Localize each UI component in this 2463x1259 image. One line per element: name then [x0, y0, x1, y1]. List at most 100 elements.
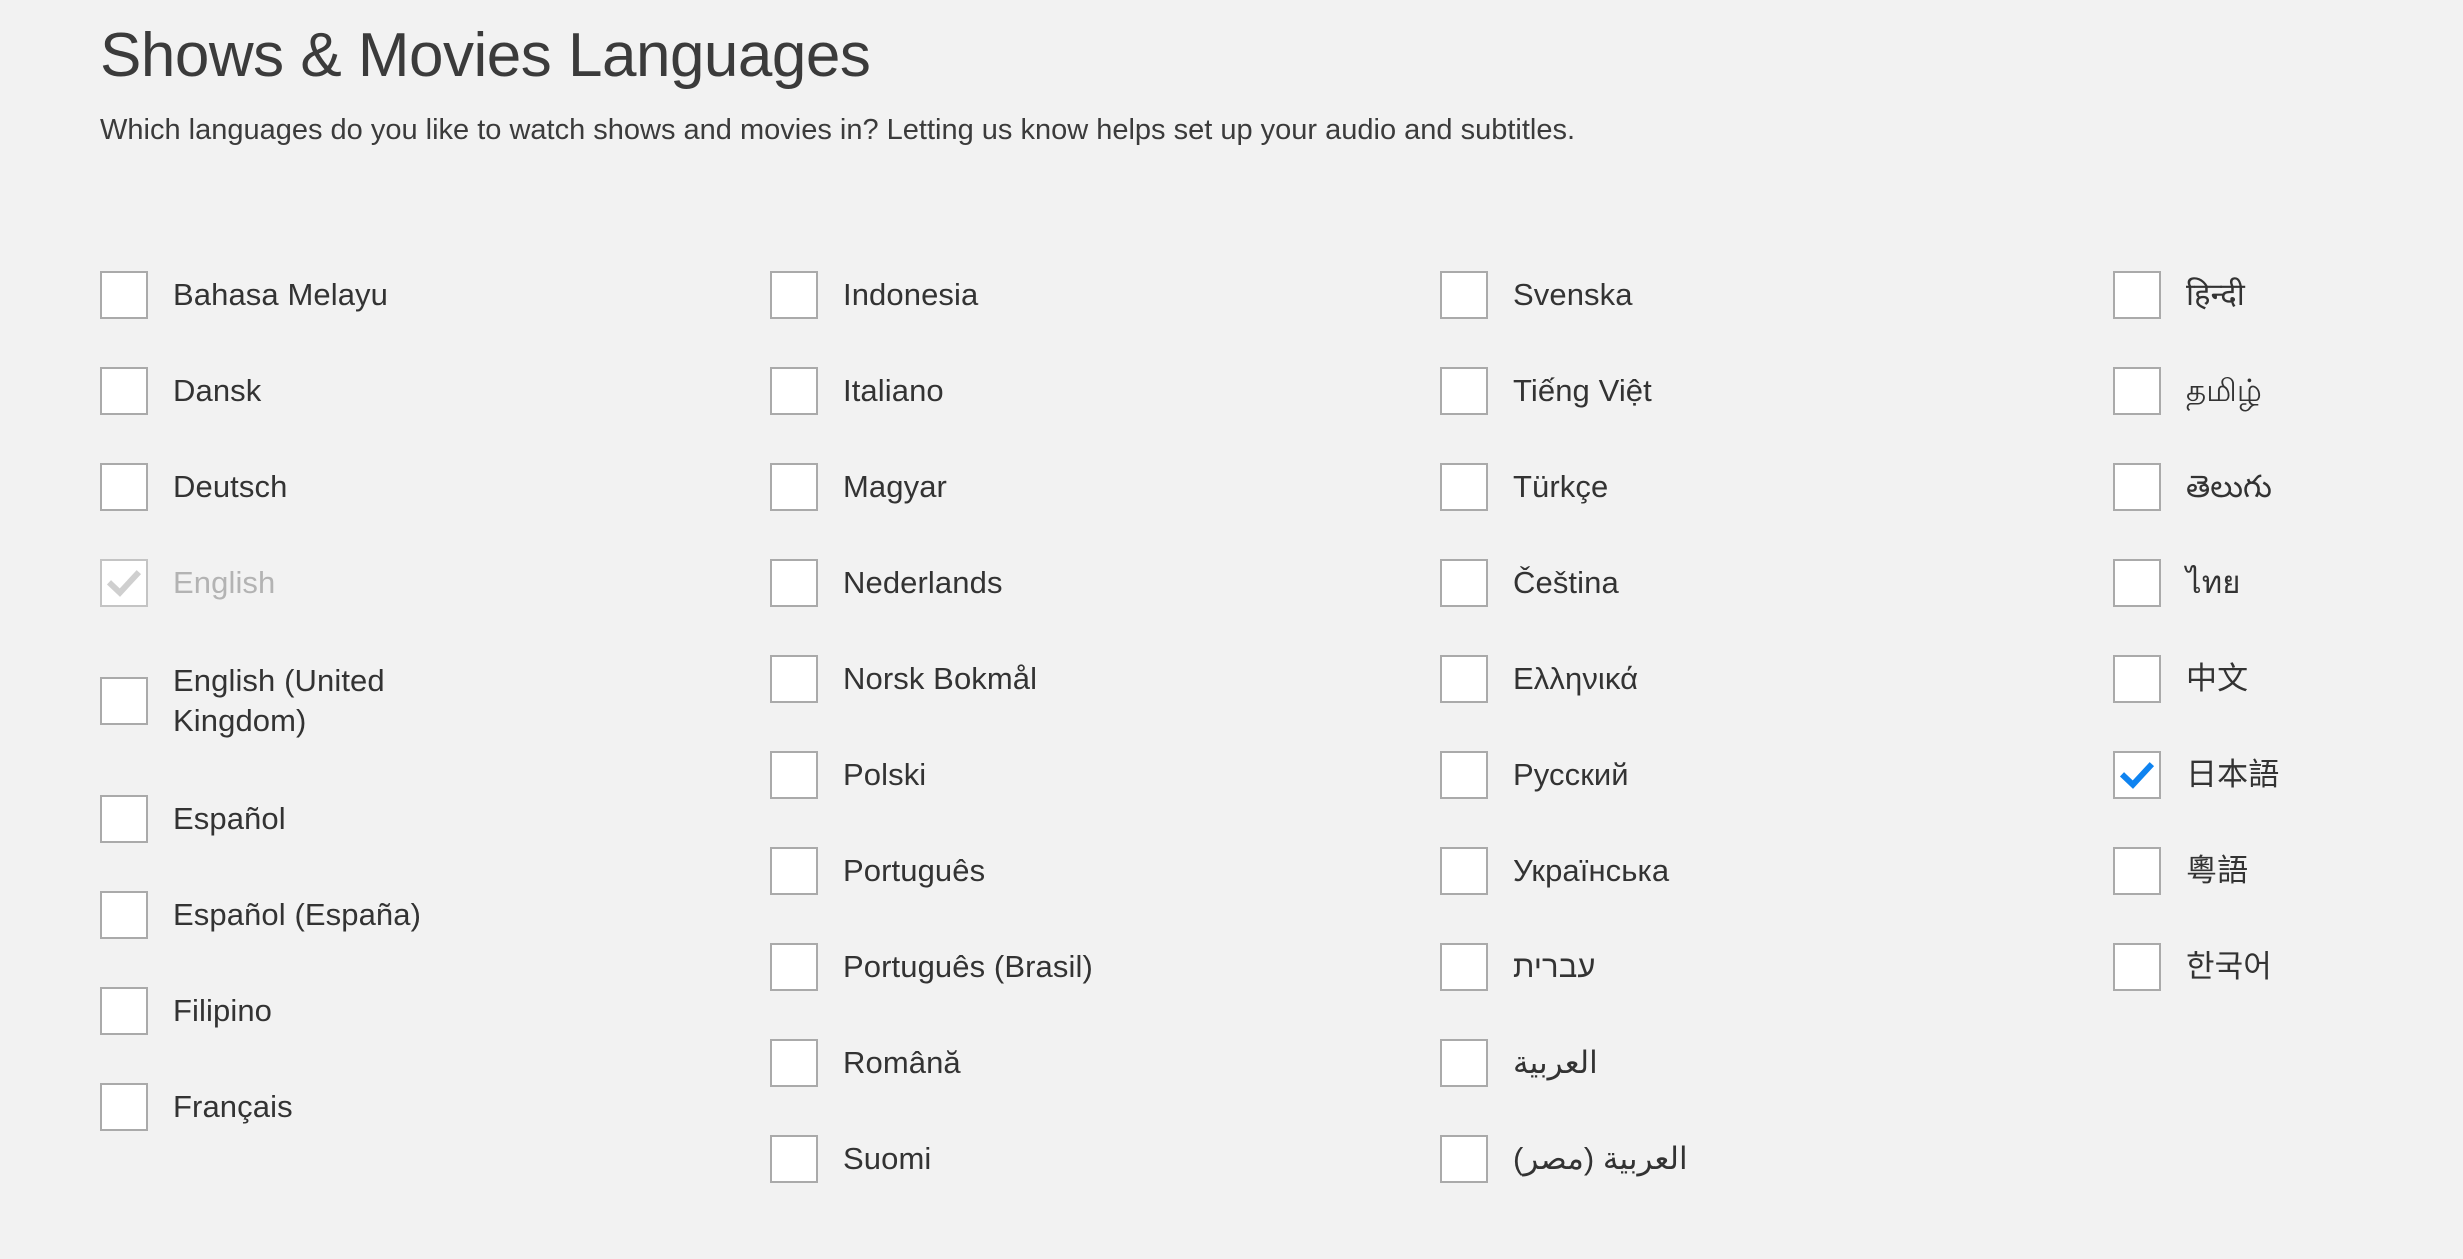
language-option-row[interactable]: العربية: [1440, 1015, 2010, 1111]
language-option-row[interactable]: Svenska: [1440, 247, 2010, 343]
language-option-row[interactable]: Ελληνικά: [1440, 631, 2010, 727]
language-label: Română: [843, 1045, 961, 1081]
language-label: Filipino: [173, 993, 273, 1029]
checkbox-unchecked[interactable]: [100, 271, 148, 319]
language-option-row[interactable]: Magyar: [770, 439, 1340, 535]
checkbox-unchecked[interactable]: [100, 463, 148, 511]
checkbox-unchecked[interactable]: [100, 795, 148, 843]
language-option-row[interactable]: 한국어: [2113, 919, 2463, 1015]
language-label: 日本語: [2186, 757, 2280, 793]
language-label: Norsk Bokmål: [843, 661, 1038, 697]
language-label: Svenska: [1513, 277, 1633, 313]
checkbox-unchecked[interactable]: [2113, 847, 2161, 895]
checkbox-unchecked[interactable]: [1440, 943, 1488, 991]
language-option-row[interactable]: Filipino: [100, 963, 670, 1059]
language-option-row[interactable]: Tiếng Việt: [1440, 343, 2010, 439]
checkbox-unchecked[interactable]: [2113, 367, 2161, 415]
language-label: Nederlands: [843, 565, 1003, 601]
language-option-row[interactable]: Русский: [1440, 727, 2010, 823]
checkbox-unchecked[interactable]: [100, 987, 148, 1035]
language-option-row[interactable]: Indonesia: [770, 247, 1340, 343]
checkbox-unchecked[interactable]: [770, 559, 818, 607]
language-label: Ελληνικά: [1513, 661, 1639, 697]
language-option-row[interactable]: Dansk: [100, 343, 670, 439]
language-option-row[interactable]: Nederlands: [770, 535, 1340, 631]
checkbox-unchecked[interactable]: [100, 367, 148, 415]
checkbox-unchecked[interactable]: [770, 943, 818, 991]
language-option-row[interactable]: Español: [100, 771, 670, 867]
language-label: Español: [173, 801, 286, 837]
checkbox-unchecked[interactable]: [1440, 367, 1488, 415]
language-option-row[interactable]: Bahasa Melayu: [100, 247, 670, 343]
language-option-row[interactable]: Français: [100, 1059, 670, 1155]
language-label: Русский: [1513, 757, 1629, 793]
language-option-row[interactable]: Polski: [770, 727, 1340, 823]
language-option-row[interactable]: Deutsch: [100, 439, 670, 535]
language-label: English: [173, 565, 276, 601]
checkbox-checked[interactable]: [2113, 751, 2161, 799]
checkbox-unchecked[interactable]: [2113, 271, 2161, 319]
checkbox-unchecked[interactable]: [2113, 559, 2161, 607]
checkbox-unchecked[interactable]: [770, 1039, 818, 1087]
checkbox-unchecked[interactable]: [1440, 1039, 1488, 1087]
language-option-row[interactable]: العربية (مصر): [1440, 1111, 2010, 1207]
language-label: English (United Kingdom): [173, 663, 385, 738]
checkbox-unchecked[interactable]: [2113, 943, 2161, 991]
checkbox-unchecked[interactable]: [2113, 463, 2161, 511]
language-option-row[interactable]: Italiano: [770, 343, 1340, 439]
language-option-row[interactable]: Español (España): [100, 867, 670, 963]
checkbox-unchecked[interactable]: [1440, 655, 1488, 703]
language-label: Deutsch: [173, 469, 288, 505]
checkbox-unchecked[interactable]: [770, 463, 818, 511]
language-option-row[interactable]: Čeština: [1440, 535, 2010, 631]
checkbox-checked: [100, 559, 148, 607]
language-option-row[interactable]: Português: [770, 823, 1340, 919]
page-header: Shows & Movies Languages Which languages…: [0, 0, 2463, 148]
language-option-row[interactable]: 日本語: [2113, 727, 2463, 823]
page-title: Shows & Movies Languages: [100, 21, 871, 90]
checkbox-unchecked[interactable]: [1440, 271, 1488, 319]
language-label: العربية: [1513, 1045, 1598, 1081]
language-label: தமிழ்: [2186, 373, 2262, 409]
language-option-row[interactable]: Suomi: [770, 1111, 1340, 1207]
checkbox-unchecked[interactable]: [2113, 655, 2161, 703]
language-option-row[interactable]: Português (Brasil): [770, 919, 1340, 1015]
language-option-row[interactable]: עברית: [1440, 919, 2010, 1015]
language-label: తెలుగు: [2186, 469, 2272, 505]
checkbox-unchecked[interactable]: [770, 1135, 818, 1183]
language-option-row[interactable]: తెలుగు: [2113, 439, 2463, 535]
checkbox-unchecked[interactable]: [1440, 847, 1488, 895]
language-label: 粵語: [2186, 853, 2249, 889]
checkbox-unchecked[interactable]: [770, 751, 818, 799]
language-option-row[interactable]: Norsk Bokmål: [770, 631, 1340, 727]
language-column-4: हिन्दी தமிழ் తెలుగు ไทย 中文日本語粵語 한국어: [2010, 247, 2463, 1015]
language-option-row[interactable]: Română: [770, 1015, 1340, 1111]
language-label: עברית: [1513, 949, 1596, 985]
checkbox-unchecked[interactable]: [100, 891, 148, 939]
checkbox-unchecked[interactable]: [1440, 1135, 1488, 1183]
checkbox-unchecked[interactable]: [770, 367, 818, 415]
checkbox-unchecked[interactable]: [100, 677, 148, 725]
language-option-row[interactable]: 粵語: [2113, 823, 2463, 919]
checkmark-icon: [102, 561, 146, 605]
language-label: Čeština: [1513, 565, 1619, 601]
language-label: Bahasa Melayu: [173, 277, 388, 313]
language-label: Italiano: [843, 373, 944, 409]
checkbox-unchecked[interactable]: [770, 655, 818, 703]
language-option-row[interactable]: Türkçe: [1440, 439, 2010, 535]
language-option-row[interactable]: English (United Kingdom): [100, 631, 670, 771]
language-label: Magyar: [843, 469, 947, 505]
language-option-row[interactable]: 中文: [2113, 631, 2463, 727]
language-option-row[interactable]: ไทย: [2113, 535, 2463, 631]
checkbox-unchecked[interactable]: [1440, 751, 1488, 799]
checkbox-unchecked[interactable]: [1440, 559, 1488, 607]
language-option-row[interactable]: தமிழ்: [2113, 343, 2463, 439]
checkbox-unchecked[interactable]: [770, 847, 818, 895]
checkbox-unchecked[interactable]: [770, 271, 818, 319]
checkbox-unchecked[interactable]: [1440, 463, 1488, 511]
language-preferences-page: Shows & Movies Languages Which languages…: [0, 0, 2463, 1259]
language-option-row[interactable]: हिन्दी: [2113, 247, 2463, 343]
language-label: Українська: [1513, 853, 1670, 889]
language-option-row[interactable]: Українська: [1440, 823, 2010, 919]
checkbox-unchecked[interactable]: [100, 1083, 148, 1131]
